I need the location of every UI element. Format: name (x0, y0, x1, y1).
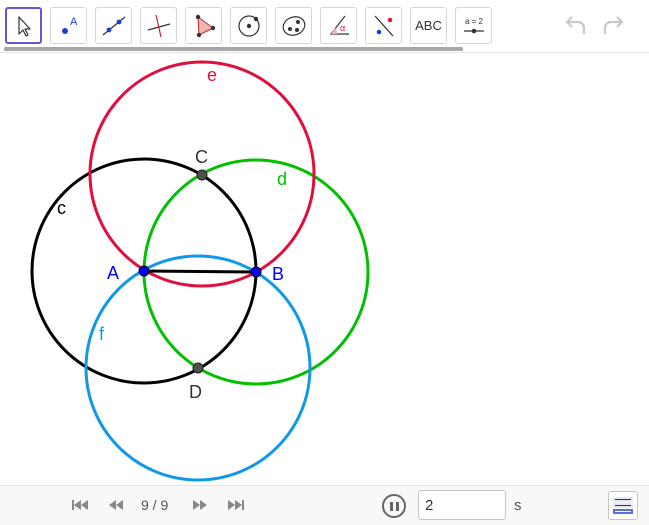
reflect-about-line-icon (374, 15, 393, 36)
line-through-two-points-icon (102, 16, 125, 35)
point-icon: A (61, 16, 78, 34)
pause-button[interactable] (382, 494, 406, 518)
svg-text:α: α (340, 23, 345, 33)
conic-through-points-icon (282, 15, 305, 36)
point-d[interactable] (192, 362, 204, 374)
undo-icon (565, 16, 586, 34)
speed-input[interactable] (418, 490, 506, 520)
point-label-d: D (189, 382, 202, 402)
circle-label-c: c (57, 198, 66, 218)
conic-tool-button[interactable] (275, 7, 312, 44)
construction-playbar: 9 / 9 s (0, 485, 649, 525)
circle-center-point-icon (237, 14, 260, 37)
first-step-button[interactable] (69, 496, 91, 514)
point-label-b: B (272, 264, 284, 284)
circle-label-d: d (277, 169, 287, 189)
next-step-button[interactable] (189, 496, 211, 514)
point-label-c: C (195, 147, 208, 167)
text-tool-button[interactable]: ABC (410, 7, 447, 44)
slider-tool-button[interactable]: a = 2 (455, 7, 492, 44)
toolbar-scrollbar[interactable] (4, 47, 463, 51)
step-forward-icon (193, 500, 207, 510)
graphics-view[interactable]: A B C D c d e f (0, 53, 649, 485)
algebra-view-button[interactable] (608, 491, 638, 520)
previous-step-button[interactable] (105, 496, 127, 514)
move-arrow-icon (17, 15, 31, 37)
angle-tool-button[interactable]: α (320, 7, 357, 44)
circle-label-f: f (99, 324, 105, 344)
text-icon: ABC (415, 18, 442, 33)
step-back-icon (109, 500, 123, 510)
svg-text:a = 2: a = 2 (464, 17, 483, 26)
reflect-tool-button[interactable] (365, 7, 402, 44)
segment-ab[interactable] (143, 269, 257, 274)
redo-button[interactable] (598, 12, 628, 40)
polygon-icon (195, 14, 215, 37)
point-label-a: A (107, 263, 119, 283)
polygon-tool-button[interactable] (185, 7, 222, 44)
skip-first-icon (72, 500, 88, 510)
speed-unit-label: s (514, 497, 522, 514)
point-b[interactable] (250, 266, 262, 278)
point-tool-button[interactable]: A (50, 7, 87, 44)
circle-tool-button[interactable] (230, 7, 267, 44)
point-a[interactable] (138, 265, 150, 277)
circle-label-e: e (207, 65, 217, 85)
slider-icon: a = 2 (463, 17, 484, 33)
skip-last-icon (228, 500, 244, 510)
pause-icon (389, 501, 393, 511)
perpendicular-line-tool-button[interactable] (140, 7, 177, 44)
redo-icon (603, 16, 624, 34)
move-tool-button[interactable] (5, 7, 42, 44)
line-tool-button[interactable] (95, 7, 132, 44)
perpendicular-line-icon (147, 14, 170, 37)
undo-button[interactable] (561, 12, 591, 40)
algebra-view-icon (613, 496, 633, 514)
point-c[interactable] (196, 169, 208, 181)
toolbar: A α ABC a = 2 (0, 0, 649, 53)
angle-icon: α (329, 15, 349, 35)
step-counter: 9 / 9 (141, 497, 169, 513)
last-step-button[interactable] (225, 496, 247, 514)
svg-text:A: A (70, 16, 78, 28)
